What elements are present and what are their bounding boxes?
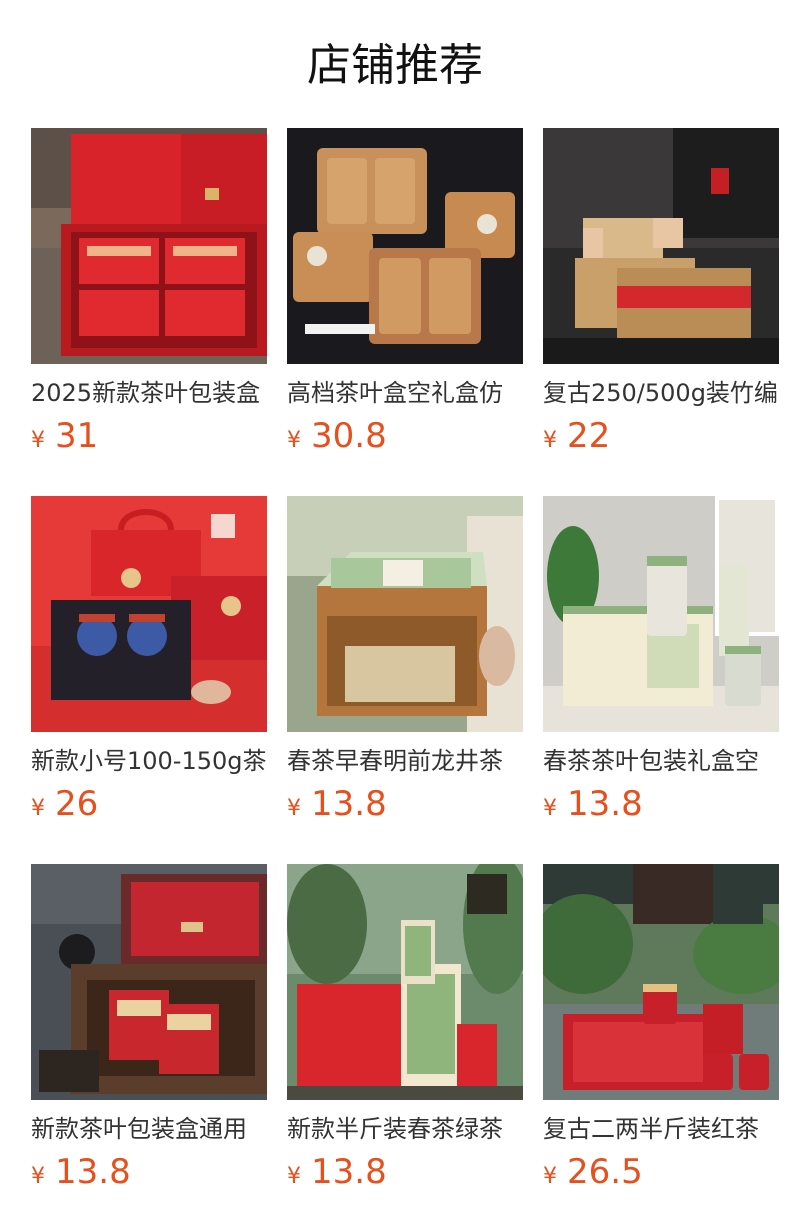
price-amount: 26.5 [567, 1152, 643, 1192]
product-image[interactable] [31, 128, 267, 364]
price-amount: 26 [55, 784, 99, 824]
product-price: ¥13.8 [287, 1150, 523, 1194]
product-name[interactable]: 新款小号100-150g茶 [31, 744, 267, 780]
price-amount: 30.8 [311, 416, 387, 456]
product-card[interactable]: 复古250/500g装竹编 ¥22 [543, 128, 779, 468]
product-name[interactable]: 复古250/500g装竹编 [543, 376, 779, 412]
product-image[interactable] [287, 496, 523, 732]
product-card[interactable]: 2025新款茶叶包装盒 ¥31 [31, 128, 267, 468]
product-name[interactable]: 复古二两半斤装红茶 [543, 1112, 779, 1148]
product-price: ¥13.8 [543, 782, 779, 826]
product-image[interactable] [287, 864, 523, 1100]
product-price: ¥22 [543, 414, 779, 458]
product-price: ¥13.8 [287, 782, 523, 826]
price-amount: 13.8 [311, 1152, 387, 1192]
product-name[interactable]: 新款半斤装春茶绿茶 [287, 1112, 523, 1148]
product-card[interactable]: 复古二两半斤装红茶 ¥26.5 [543, 864, 779, 1204]
product-name[interactable]: 高档茶叶盒空礼盒仿 [287, 376, 523, 412]
product-card[interactable]: 新款茶叶包装盒通用 ¥13.8 [31, 864, 267, 1204]
product-price: ¥30.8 [287, 414, 523, 458]
currency-symbol: ¥ [543, 796, 557, 821]
product-image[interactable] [31, 864, 267, 1100]
currency-symbol: ¥ [287, 428, 301, 453]
product-card[interactable]: 春茶早春明前龙井茶 ¥13.8 [287, 496, 523, 836]
price-amount: 13.8 [55, 1152, 131, 1192]
product-image[interactable] [543, 496, 779, 732]
price-amount: 13.8 [311, 784, 387, 824]
product-card[interactable]: 新款小号100-150g茶 ¥26 [31, 496, 267, 836]
product-name[interactable]: 春茶早春明前龙井茶 [287, 744, 523, 780]
price-amount: 13.8 [567, 784, 643, 824]
product-name[interactable]: 2025新款茶叶包装盒 [31, 376, 267, 412]
price-amount: 31 [55, 416, 99, 456]
product-price: ¥26 [31, 782, 267, 826]
currency-symbol: ¥ [31, 796, 45, 821]
product-image[interactable] [543, 128, 779, 364]
currency-symbol: ¥ [543, 428, 557, 453]
product-card[interactable]: 高档茶叶盒空礼盒仿 ¥30.8 [287, 128, 523, 468]
product-image[interactable] [287, 128, 523, 364]
product-price: ¥31 [31, 414, 267, 458]
product-image[interactable] [31, 496, 267, 732]
currency-symbol: ¥ [31, 1164, 45, 1189]
currency-symbol: ¥ [287, 1164, 301, 1189]
product-name[interactable]: 春茶茶叶包装礼盒空 [543, 744, 779, 780]
product-grid: 2025新款茶叶包装盒 ¥31 高档茶叶盒空礼盒仿 ¥ 30.8 复古250/5… [0, 0, 790, 1232]
product-name[interactable]: 新款茶叶包装盒通用 [31, 1112, 267, 1148]
product-price: ¥13.8 [31, 1150, 267, 1194]
product-card[interactable]: 春茶茶叶包装礼盒空 ¥13.8 [543, 496, 779, 836]
price-amount: 22 [567, 416, 611, 456]
product-card[interactable]: 新款半斤装春茶绿茶 ¥13.8 [287, 864, 523, 1204]
currency-symbol: ¥ [287, 796, 301, 821]
product-price: ¥26.5 [543, 1150, 779, 1194]
currency-symbol: ¥ [31, 428, 45, 453]
currency-symbol: ¥ [543, 1164, 557, 1189]
product-image[interactable] [543, 864, 779, 1100]
